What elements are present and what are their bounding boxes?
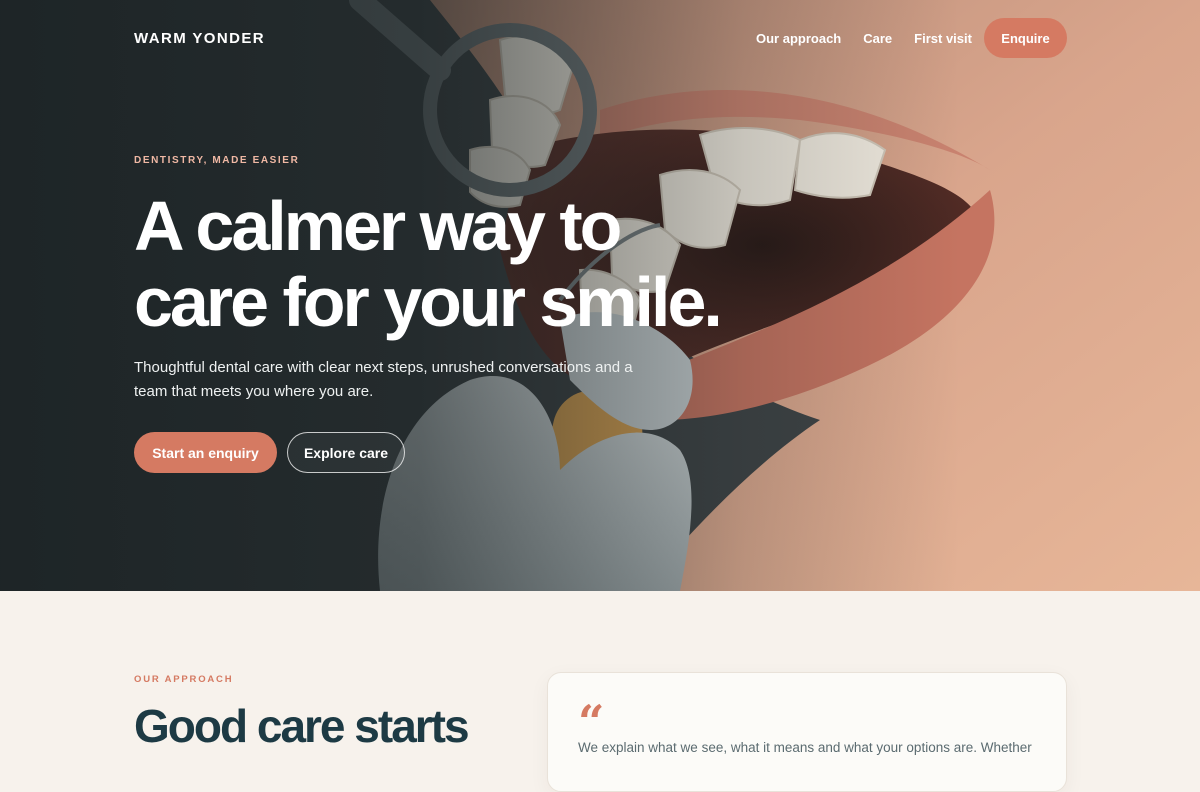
hero-title-line-1: A calmer way to	[134, 187, 622, 265]
brand-logo[interactable]: WARM YONDER	[134, 30, 265, 47]
approach-eyebrow: OUR APPROACH	[134, 674, 234, 685]
top-navigation: WARM YONDER Our approach Care First visi…	[0, 0, 1200, 78]
explore-care-button[interactable]: Explore care	[287, 432, 405, 473]
approach-section: OUR APPROACH Good care starts “ We expla…	[0, 591, 1200, 792]
hero-actions: Start an enquiry Explore care	[134, 432, 754, 473]
hero-subtitle: Thoughtful dental care with clear next s…	[134, 359, 633, 400]
approach-title: Good care starts	[134, 700, 470, 752]
nav-link-first-visit[interactable]: First visit	[914, 31, 972, 46]
hero-eyebrow: DENTISTRY, MADE EASIER	[134, 155, 300, 166]
nav-links: Our approach Care First visit	[756, 31, 972, 46]
start-enquiry-button[interactable]: Start an enquiry	[134, 432, 277, 473]
hero-title: A calmer way to care for your smile.	[134, 188, 754, 340]
hero-title-line-2: care for your smile.	[134, 263, 723, 341]
nav-link-care[interactable]: Care	[863, 31, 892, 46]
hero-copy: DENTISTRY, MADE EASIER A calmer way to c…	[134, 155, 754, 473]
enquire-button[interactable]: Enquire	[984, 18, 1067, 58]
hero-section: WARM YONDER Our approach Care First visi…	[0, 0, 1200, 591]
quote-mark-icon: “	[578, 695, 605, 749]
nav-link-our-approach[interactable]: Our approach	[756, 31, 841, 46]
quote-text: We explain what we see, what it means an…	[578, 740, 1032, 755]
quote-card: “ We explain what we see, what it means …	[547, 672, 1067, 792]
